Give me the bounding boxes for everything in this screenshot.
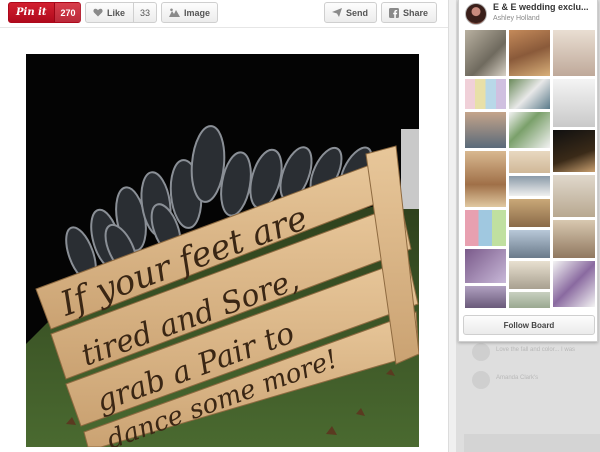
pin-action-toolbar: Pin it 270 Like 33 Image Send Share <box>0 0 448 28</box>
board-thumbnail[interactable] <box>508 229 551 259</box>
page-scrollbar[interactable] <box>448 0 456 452</box>
board-widget: E & E wedding exclu... Ashley Holland Fo… <box>458 0 598 342</box>
board-thumbnail[interactable] <box>464 29 507 77</box>
board-thumbnail[interactable] <box>464 78 507 110</box>
board-thumbnail[interactable] <box>552 29 596 77</box>
board-thumbnail[interactable] <box>552 174 596 218</box>
paper-plane-icon <box>332 8 342 17</box>
board-thumbnail[interactable] <box>508 78 551 110</box>
board-thumbnail[interactable] <box>464 111 507 149</box>
pin-detail-panel: Pin it 270 Like 33 Image Send Share If y… <box>0 0 448 452</box>
pin-it-label: Pin it <box>16 7 47 18</box>
pin-photo[interactable]: If your feet are tired and Sore, grab a … <box>26 54 419 447</box>
pin-it-button[interactable]: Pin it 270 <box>8 2 81 23</box>
send-label: Send <box>346 7 369 18</box>
board-thumbnail[interactable] <box>508 291 551 309</box>
crate-photo-illustration: If your feet are tired and Sore, grab a … <box>26 54 419 447</box>
board-thumbnail[interactable] <box>552 78 596 128</box>
board-title[interactable]: E & E wedding exclu... <box>493 2 597 12</box>
board-thumbnail[interactable] <box>464 248 507 284</box>
board-owner-name[interactable]: Ashley Holland <box>493 15 540 22</box>
board-thumbnail[interactable] <box>508 29 551 77</box>
board-thumbnail[interactable] <box>464 209 507 247</box>
board-thumbnail[interactable] <box>552 129 596 173</box>
share-button[interactable]: Share <box>381 2 437 23</box>
board-thumbnail[interactable] <box>508 198 551 228</box>
follow-board-button[interactable]: Follow Board <box>463 315 595 335</box>
feed-item-text: Amanda Clark's <box>496 375 539 381</box>
feed-item: Love the fall and color... I was <box>472 343 592 361</box>
send-button[interactable]: Send <box>324 2 377 23</box>
avatar <box>472 371 490 389</box>
board-thumbnail[interactable] <box>552 260 596 308</box>
like-label: Like <box>107 7 126 18</box>
board-thumbnail[interactable] <box>508 260 551 290</box>
image-button[interactable]: Image <box>161 2 218 23</box>
like-button[interactable]: Like 33 <box>85 2 157 23</box>
board-thumbnail-grid[interactable] <box>464 29 596 309</box>
share-label: Share <box>403 7 429 18</box>
heart-icon <box>93 8 103 17</box>
feed-item: Amanda Clark's <box>472 371 592 389</box>
avatar <box>472 343 490 361</box>
facebook-icon <box>389 7 399 18</box>
like-count: 33 <box>133 3 156 22</box>
board-thumbnail[interactable] <box>464 150 507 208</box>
board-owner-avatar[interactable] <box>465 3 487 25</box>
board-thumbnail[interactable] <box>508 111 551 149</box>
image-icon <box>169 8 180 17</box>
pin-count: 270 <box>54 3 81 22</box>
board-thumbnail[interactable] <box>508 150 551 174</box>
board-thumbnail[interactable] <box>464 285 507 309</box>
board-thumbnail[interactable] <box>508 175 551 197</box>
image-label: Image <box>184 7 211 18</box>
feed-item-text: Love the fall and color... I was <box>496 347 576 353</box>
board-thumbnail[interactable] <box>552 219 596 259</box>
feed-card <box>464 434 600 452</box>
